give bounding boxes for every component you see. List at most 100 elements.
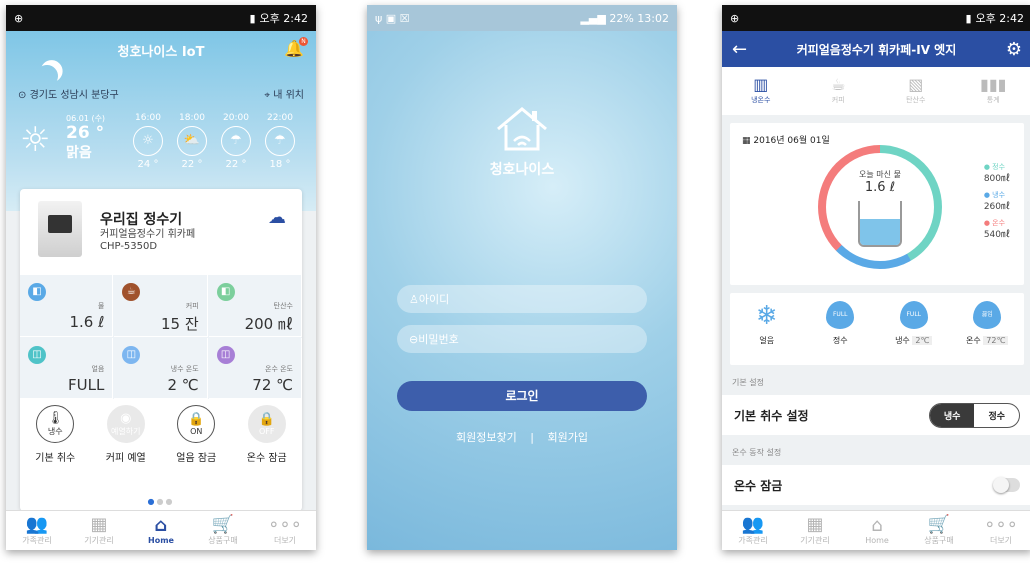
- date-label: ▦ 2016년 06월 01일: [742, 133, 830, 146]
- signup-link[interactable]: 회원가입: [547, 431, 587, 444]
- forecast-hour: 22:00: [267, 113, 293, 123]
- login-button[interactable]: 로그인: [397, 381, 647, 411]
- bottom-nav: 👥 가족관리 ▦ 기기관리 ⌂ Home 🛒 상품구매 ∘∘∘ 더보기: [6, 510, 316, 550]
- seg-cold-button[interactable]: 냉수: [929, 403, 975, 427]
- device-detail-screen: ⊕ ▮ 오후 2:42 ← 커피얼음정수기 휘카페-IV 엣지 ⚙ ▥ 냉온수 ☕ 커…: [722, 5, 1030, 550]
- nav-device[interactable]: ▦ 기기관리: [784, 511, 846, 550]
- nav-shop[interactable]: 🛒 상품구매: [192, 511, 254, 550]
- notification-badge: N: [299, 37, 308, 46]
- category-tabs: ▥ 냉온수 ☕ 커피 ▧ 탄산수 ▮▮▮ 통계: [722, 67, 1030, 115]
- forecast-hour: 16:00: [135, 113, 161, 123]
- cloud-wifi-icon: ☁: [268, 207, 286, 228]
- stat-cell: ◧ 탄산수 200 ㎖: [208, 275, 302, 337]
- house-logo-icon: [497, 107, 547, 151]
- nav-label: Home: [865, 536, 889, 545]
- ice-lock-control[interactable]: 🔒 ON 얼음 잠금: [166, 405, 226, 464]
- seg-pure-button[interactable]: 정수: [974, 404, 1019, 427]
- section-basic-settings: 기본 설정: [732, 378, 764, 387]
- stats-grid: ◧ 물 1.6 ℓ ☕ 커피 15 잔 ◧ 탄산수 200 ㎖ ◫ 얼음 FULL ◫ 냉수 온도…: [20, 275, 302, 399]
- cold-drop-icon: FULL: [899, 301, 928, 329]
- stat-label: 얼음: [91, 364, 105, 373]
- password-input[interactable]: ⊖ 비밀번호: [397, 325, 647, 353]
- preheat-toggle[interactable]: ◉ 예열하기: [106, 405, 145, 443]
- location-label: ⊙ 경기도 성남시 분당구: [18, 86, 119, 101]
- password-placeholder: 비밀번호: [418, 333, 459, 346]
- tab-hot-cold[interactable]: ▥ 냉온수: [722, 67, 800, 115]
- tab-stats[interactable]: ▮▮▮ 통계: [955, 67, 1030, 115]
- nav-home[interactable]: ⌂ Home: [130, 511, 192, 550]
- tab-sparkling[interactable]: ▧ 탄산수: [877, 67, 955, 115]
- coffee-icon: ☕: [122, 283, 141, 301]
- rain-icon: ☂: [265, 126, 295, 156]
- brand-name: 청호나이스: [489, 162, 555, 178]
- my-location-button[interactable]: ⌖ 내 위치: [264, 86, 304, 101]
- back-arrow-icon[interactable]: ←: [732, 39, 747, 60]
- device-model-name: 커피얼음정수기 휘카페: [100, 229, 196, 240]
- nav-more[interactable]: ∘∘∘ 더보기: [254, 511, 316, 550]
- settings-gear-icon[interactable]: ⚙: [1006, 39, 1022, 60]
- ice-status: ❄ 얼음: [737, 301, 797, 365]
- nav-label: Home: [148, 536, 174, 545]
- nav-family[interactable]: 👥 가족관리: [722, 511, 784, 550]
- hot-lock-switch[interactable]: [993, 477, 1020, 493]
- user-icon: ♙: [409, 292, 419, 306]
- device-icon: ▦: [90, 514, 108, 535]
- nav-shop[interactable]: 🛒 상품구매: [908, 511, 970, 550]
- account-links: 회원정보찾기 | 회원가입: [367, 429, 677, 445]
- login-screen: ψ ▣ ☒ ▂▄▆ 22% 13:02 청호나이스 ♙ 아이디 ⊖ 비밀번호 로그인…: [367, 5, 677, 550]
- hot-drop-icon: 끓임: [973, 301, 1002, 329]
- status-value: 2℃: [912, 336, 933, 345]
- find-info-link[interactable]: 회원정보찾기: [456, 431, 517, 444]
- status-bar: ⊕ ▮ 오후 2:42: [722, 5, 1030, 31]
- control-label: 얼음 잠금: [176, 453, 217, 464]
- stat-cell: ◧ 물 1.6 ℓ: [20, 275, 114, 337]
- cold-status: FULL 냉수 2℃: [884, 301, 944, 365]
- nav-label: 가족관리: [22, 536, 52, 545]
- hot-lock-toggle[interactable]: 🔒 OFF: [247, 405, 286, 443]
- stat-value: 15 잔: [161, 315, 199, 333]
- hot-lock-control[interactable]: 🔒 OFF 온수 잠금: [237, 405, 297, 464]
- hot-water-icon: ◫: [216, 345, 235, 364]
- today-weather: 06.01 (수) 26 ° 맑음: [66, 113, 105, 162]
- nav-more[interactable]: ∘∘∘ 더보기: [970, 511, 1030, 550]
- notification-bell-icon[interactable]: 🔔 N: [284, 37, 308, 58]
- legend-value: 260㎖: [983, 202, 1010, 212]
- ring-label: 예열하기: [111, 427, 141, 436]
- nav-family[interactable]: 👥 가족관리: [6, 511, 68, 550]
- water-icon: ◧: [28, 283, 46, 301]
- ring-label: OFF: [259, 427, 275, 436]
- ring-label: ON: [190, 427, 203, 436]
- nav-device[interactable]: ▦ 기기관리: [68, 511, 130, 550]
- pure-status: FULL 정수: [810, 301, 870, 365]
- app-bar: ← 커피얼음정수기 휘카페-IV 엣지 ⚙: [722, 31, 1030, 67]
- status-value: 72℃: [983, 336, 1009, 345]
- sun-icon: ☼: [20, 120, 51, 160]
- dispense-toggle[interactable]: 🌡 냉수: [36, 405, 75, 443]
- id-input[interactable]: ♙ 아이디: [397, 285, 647, 313]
- legend-label: 냉수: [992, 191, 1006, 199]
- signal-icon: ▂▄▆: [580, 11, 610, 25]
- calendar-icon: ▦: [742, 136, 754, 146]
- hot-lock-row: 온수 잠금: [722, 465, 1030, 505]
- cup-icon: ▥: [753, 75, 769, 94]
- stat-value: 72 ℃: [252, 375, 293, 394]
- legend-value: 540㎖: [983, 230, 1010, 240]
- control-label: 기본 취수: [35, 453, 76, 464]
- drop-icon: ◉: [120, 411, 132, 426]
- lock-icon: 🔒: [188, 412, 205, 427]
- row-label: 온수 잠금: [734, 478, 783, 493]
- my-location-label: 내 위치: [273, 90, 304, 101]
- row-label: 기본 취수 설정: [734, 408, 809, 423]
- ring-center: 오늘 마신 물 1.6 ℓ: [826, 153, 934, 261]
- target-icon: ⌖: [264, 90, 274, 101]
- basic-dispense-control[interactable]: 🌡 냉수기본 취수: [25, 405, 85, 464]
- status-label: 정수: [832, 336, 848, 345]
- lock-icon: 🔒: [258, 412, 275, 427]
- device-card[interactable]: 우리집 정수기 커피얼음정수기 휘카페 CHP-5350D ☁ ◧ 물 1.6 ℓ ☕…: [20, 189, 302, 511]
- ice-lock-toggle[interactable]: 🔒 ON: [177, 405, 216, 443]
- nav-home[interactable]: ⌂ Home: [846, 511, 908, 550]
- cart-icon: 🛒: [927, 514, 951, 535]
- tab-coffee[interactable]: ☕ 커피: [800, 67, 878, 115]
- status-time: 22% 13:02: [609, 11, 669, 25]
- coffee-preheat-control[interactable]: ◉ 예열하기 커피 예열: [96, 405, 156, 464]
